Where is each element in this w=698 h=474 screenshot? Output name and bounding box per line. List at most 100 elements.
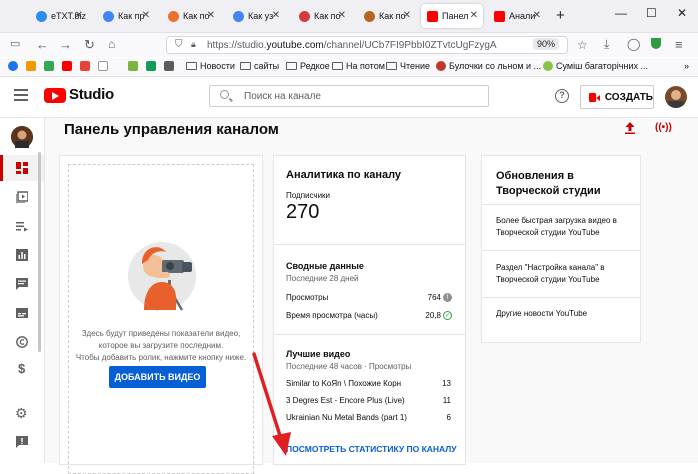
bookmark-favicon-icon[interactable] (62, 61, 72, 71)
browser-tab[interactable]: Как по ✕ (162, 4, 220, 28)
minimize-icon[interactable]: — (615, 6, 627, 20)
help-icon[interactable]: ? (555, 89, 569, 103)
forward-icon[interactable]: → (59, 37, 72, 52)
update-link[interactable]: Другие новости YouTube (496, 308, 630, 320)
content-icon[interactable] (16, 191, 28, 203)
bookmark-star-icon[interactable]: ☆ (577, 38, 588, 52)
new-tab-button[interactable]: + (556, 7, 565, 24)
close-tab-icon[interactable]: ✕ (207, 10, 215, 21)
divider (274, 334, 465, 335)
browser-tab[interactable]: Как уз ✕ (227, 4, 285, 28)
views-value: 764 (427, 293, 441, 302)
channel-search-input[interactable]: Поиск на канале (209, 85, 489, 107)
channel-analytics-card: Аналитика по каналу Подписчики 270 Сводн… (273, 155, 466, 465)
subtitles-icon[interactable] (16, 307, 28, 319)
user-avatar[interactable] (665, 86, 687, 108)
browser-tab-bar: eTXT.biz ✕ Как пр ✕ Как по ✕ Как уз ✕ Как по… (0, 0, 698, 33)
analytics-icon[interactable] (16, 249, 28, 261)
bookmark-folder-news[interactable]: Новости (186, 61, 235, 71)
bookmark-favicon-icon[interactable] (44, 61, 54, 71)
view-channel-analytics-link[interactable]: ПОСМОТРЕТЬ СТАТИСТИКУ ПО КАНАЛУ (286, 444, 457, 454)
close-tab-icon[interactable]: ✕ (272, 10, 280, 21)
close-tab-icon[interactable]: ✕ (470, 10, 478, 21)
url-text[interactable]: https://studio.youtube.com/channel/UCb7F… (207, 40, 497, 51)
close-tab-icon[interactable]: ✕ (403, 10, 411, 21)
feedback-icon[interactable] (16, 436, 28, 448)
top-video-title[interactable]: Similar to KoЯn \ Похожие Корн (286, 379, 401, 388)
top-video-title[interactable]: 3 Degres Est - Encore Plus (Live) (286, 396, 405, 405)
bookmark-favicon-icon[interactable] (80, 61, 90, 71)
close-tab-icon[interactable]: ✕ (75, 10, 83, 21)
channel-avatar[interactable] (11, 126, 33, 148)
close-tab-icon[interactable]: ✕ (338, 10, 346, 21)
copyright-icon[interactable] (16, 336, 28, 348)
bookmark-favicon-icon[interactable] (146, 61, 156, 71)
studio-brand[interactable]: Studio (69, 86, 114, 103)
bookmark-folder-reading[interactable]: Чтение (386, 61, 430, 71)
bookmark-favicon-icon[interactable] (26, 61, 36, 71)
settings-gear-icon[interactable]: ⚙ (15, 405, 28, 422)
bookmark-link-mix[interactable]: Сумiш багатoрiчних ... (543, 61, 648, 71)
check-status-icon[interactable]: ✓ (443, 311, 452, 320)
top-video-title[interactable]: Ukrainian Nu Metal Bands (part 1) (286, 413, 407, 422)
maximize-icon[interactable]: ☐ (646, 6, 657, 20)
home-icon[interactable]: ⌂ (108, 37, 115, 51)
back-icon[interactable]: ← (36, 37, 49, 52)
bookmark-favicon-icon[interactable] (164, 61, 174, 71)
info-status-icon[interactable]: ! (443, 293, 452, 302)
bookmarks-overflow-icon[interactable]: » (684, 61, 689, 71)
lock-icon[interactable]: 🔒︎ (191, 39, 196, 50)
reload-icon[interactable]: ↻ (84, 37, 95, 53)
studio-updates-card: Обновления в Творческой студии Более быс… (481, 155, 641, 343)
hamburger-menu-icon[interactable] (14, 89, 28, 104)
dashboard-icon[interactable] (16, 162, 28, 174)
youtube-logo-icon[interactable] (44, 88, 66, 103)
browser-tab[interactable]: Анали ✕ (488, 4, 546, 28)
close-window-icon[interactable]: ✕ (677, 6, 687, 20)
shield-extension-icon[interactable] (651, 38, 661, 49)
shield-icon[interactable]: ⛉ (175, 39, 183, 50)
folder-icon (286, 62, 297, 70)
tab-favicon-icon (299, 10, 310, 22)
close-tab-icon[interactable]: ✕ (142, 10, 150, 21)
browser-tab[interactable]: eTXT.biz ✕ (30, 4, 88, 28)
empty-state-area: Здесь будут приведены показатели видео, … (68, 164, 254, 474)
create-button[interactable]: СОЗДАТЬ (580, 85, 654, 109)
sidebar-toggle-icon[interactable]: ▭ (10, 37, 20, 50)
top-video-views: 11 (442, 396, 451, 405)
folder-icon (186, 62, 197, 70)
empty-state-description: Здесь будут приведены показатели видео, … (75, 329, 247, 362)
add-video-button[interactable]: ДОБАВИТЬ ВИДЕО (109, 366, 206, 388)
bookmark-link-buns[interactable]: Булочки со льном и ... (436, 61, 541, 71)
playlists-icon[interactable] (16, 220, 28, 232)
zoom-level[interactable]: 90% (532, 38, 559, 50)
subscribers-count: 270 (286, 201, 320, 223)
browser-tab-active[interactable]: Панел ✕ (421, 4, 483, 28)
bookmark-favicon-icon[interactable] (128, 61, 138, 71)
bookmark-folder-later[interactable]: На потом (332, 61, 385, 71)
bookmark-folder-sites[interactable]: сайты (240, 61, 279, 71)
bookmark-folder-rare[interactable]: Редкое (286, 61, 330, 71)
bookmarks-bar: Новости сайты Редкое На потом Чтение Бул… (0, 58, 698, 77)
views-label: Просмотры (286, 293, 329, 302)
update-link[interactable]: Более быстрая загрузка видео в Творческо… (496, 215, 630, 239)
browser-tab[interactable]: Как пр ✕ (97, 4, 155, 28)
close-tab-icon[interactable]: ✕ (533, 10, 541, 21)
update-link[interactable]: Раздел "Настройка канала" в Творческой с… (496, 262, 630, 286)
comments-icon[interactable] (16, 278, 28, 290)
bookmark-favicon-icon[interactable] (98, 61, 108, 71)
monetization-icon[interactable]: $ (18, 361, 25, 376)
menu-icon[interactable]: ≡ (675, 37, 683, 52)
download-icon[interactable]: ⤓ (604, 37, 609, 52)
account-icon[interactable]: ◯ (627, 37, 640, 51)
go-live-icon[interactable]: ((•)) (655, 122, 672, 133)
tab-favicon-icon (36, 10, 47, 22)
watch-time-value: 20,8 (425, 311, 441, 320)
bookmark-favicon-icon[interactable] (8, 61, 18, 71)
analytics-title: Аналитика по каналу (286, 169, 402, 181)
browser-tab[interactable]: Как по ✕ (293, 4, 351, 28)
url-bar[interactable]: ⛉ 🔒︎ https://studio.youtube.com/channel/… (166, 36, 568, 54)
browser-tab[interactable]: Как по ✕ (358, 4, 416, 28)
upload-icon[interactable] (625, 122, 635, 134)
sidebar-scrollbar[interactable] (38, 152, 41, 352)
